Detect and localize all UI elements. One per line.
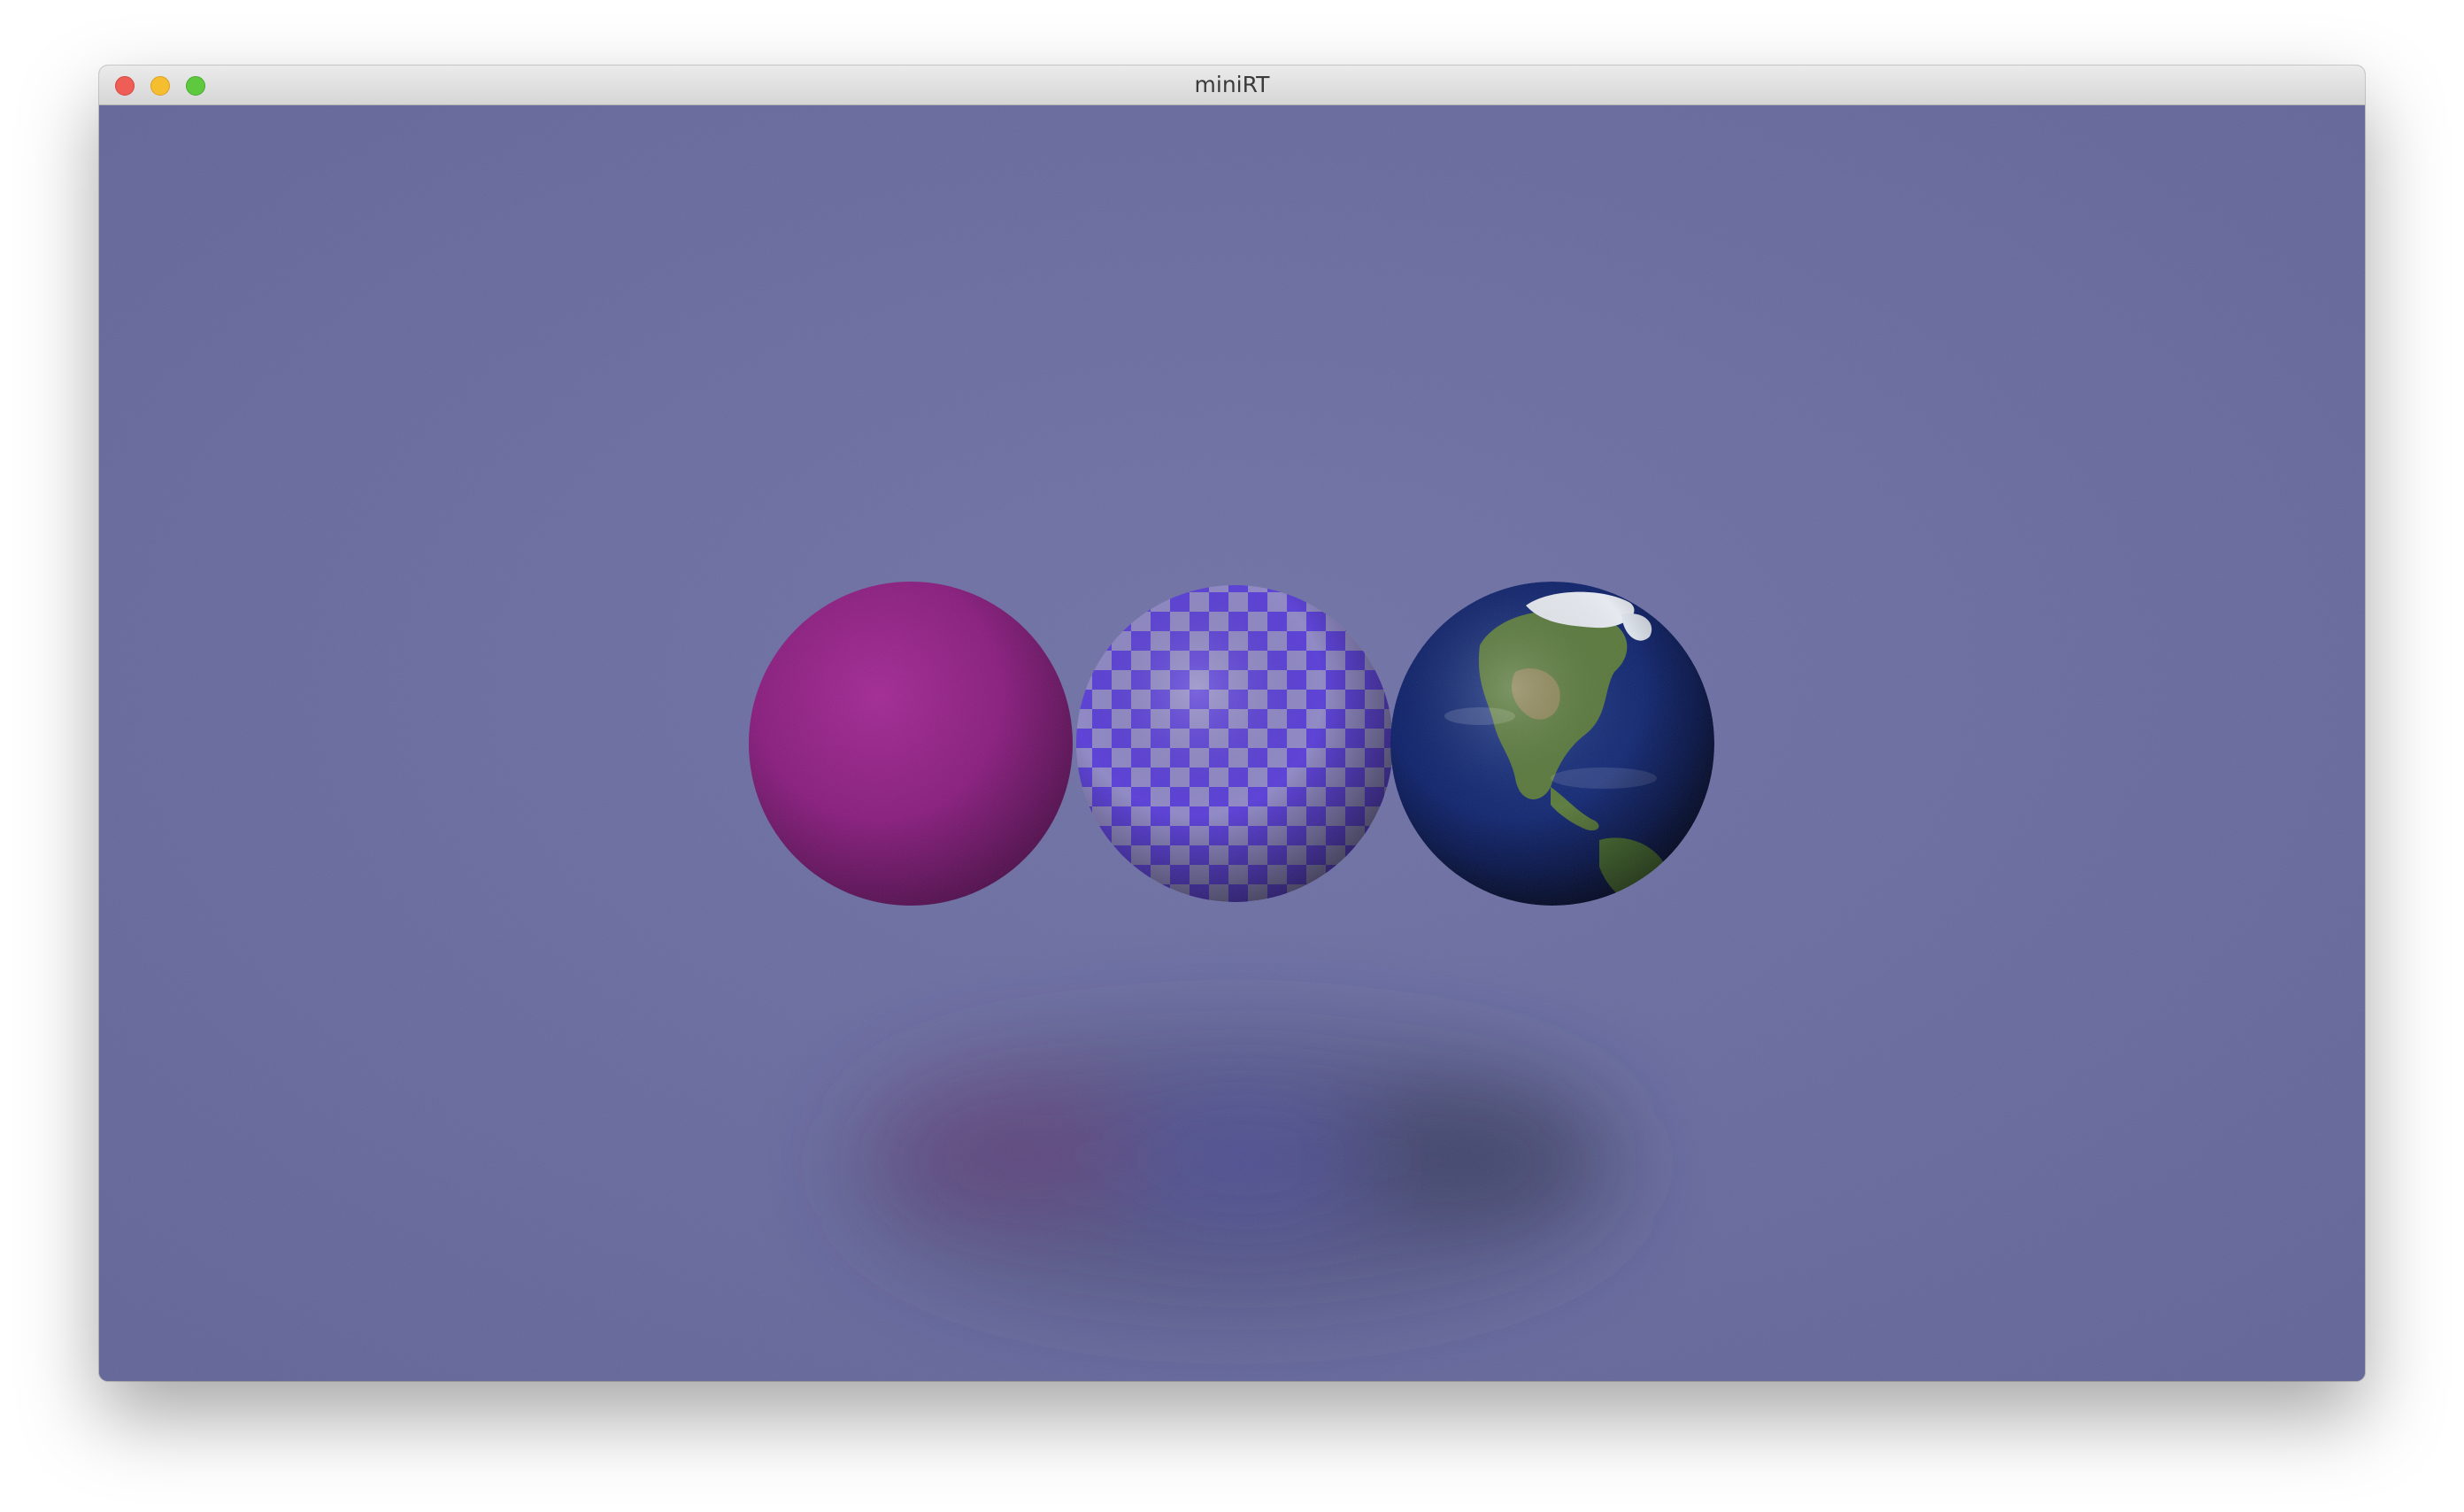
film-grain xyxy=(99,105,2365,1381)
title-bar[interactable]: miniRT xyxy=(99,66,2365,105)
window-title: miniRT xyxy=(1194,72,1270,97)
rendered-scene xyxy=(99,105,2365,1381)
render-viewport xyxy=(99,105,2365,1381)
minirt-window: miniRT xyxy=(99,66,2365,1381)
desktop: miniRT xyxy=(0,0,2464,1512)
